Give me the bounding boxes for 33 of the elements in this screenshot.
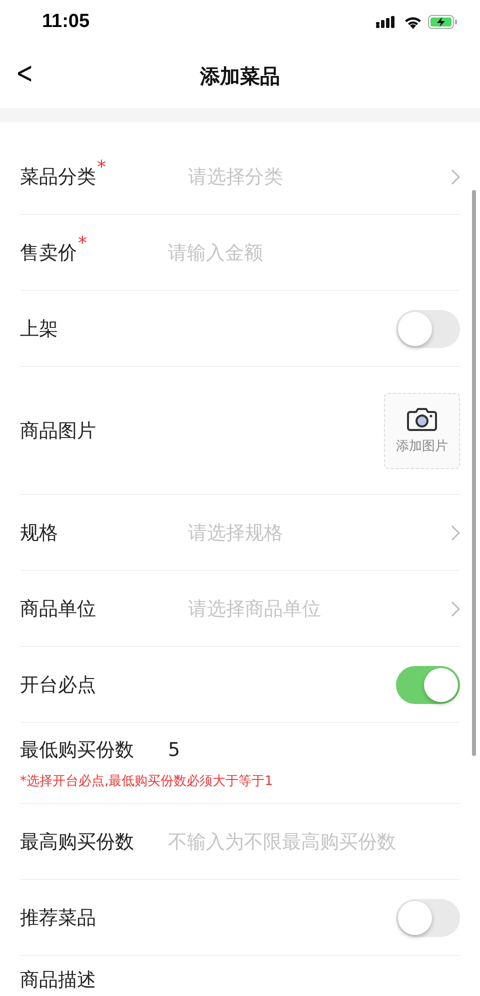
field-label: 上架 xyxy=(20,316,58,342)
add-image-button[interactable]: 添加图片 xyxy=(384,392,460,468)
field-label: 最低购买份数 xyxy=(20,738,134,763)
input-field[interactable]: 请输入金额 xyxy=(168,242,458,264)
field-label: 商品单位 xyxy=(20,596,96,622)
field-label: 规格 xyxy=(20,520,58,546)
field-label: 菜品分类 xyxy=(20,164,96,190)
select-field[interactable]: 请选择商品单位 xyxy=(188,596,448,622)
validation-note: *选择开台必点,最低购买份数必须大于等于1 xyxy=(20,773,274,790)
toggle-switch[interactable] xyxy=(396,310,460,348)
field-label: 开台必点 xyxy=(20,672,96,698)
status-time: 11:05 xyxy=(42,11,90,33)
field-label: 商品描述 xyxy=(20,968,96,993)
input-field[interactable]: 5 xyxy=(168,739,458,761)
select-field[interactable]: 请选择规格 xyxy=(188,520,448,546)
required-mark: * xyxy=(97,156,106,178)
wifi-icon xyxy=(404,16,422,28)
back-button[interactable]: < xyxy=(12,56,38,91)
chevron-right-icon xyxy=(451,600,460,616)
chevron-right-icon xyxy=(451,524,460,540)
field-label: 商品图片 xyxy=(20,418,96,444)
select-field[interactable]: 请选择分类 xyxy=(188,164,448,190)
toggle-switch[interactable] xyxy=(396,666,460,704)
page-title: 添加菜品 xyxy=(200,62,280,90)
field-label: 推荐菜品 xyxy=(20,906,96,930)
battery-icon xyxy=(428,15,458,29)
camera-icon xyxy=(407,406,437,430)
toggle-switch[interactable] xyxy=(396,898,460,936)
input-field[interactable]: 不输入为不限最高购买份数 xyxy=(168,830,458,852)
field-label: 售卖价 xyxy=(20,240,77,266)
field-label: 最高购买份数 xyxy=(20,830,134,854)
chevron-right-icon xyxy=(451,168,460,184)
required-mark: * xyxy=(78,232,87,254)
